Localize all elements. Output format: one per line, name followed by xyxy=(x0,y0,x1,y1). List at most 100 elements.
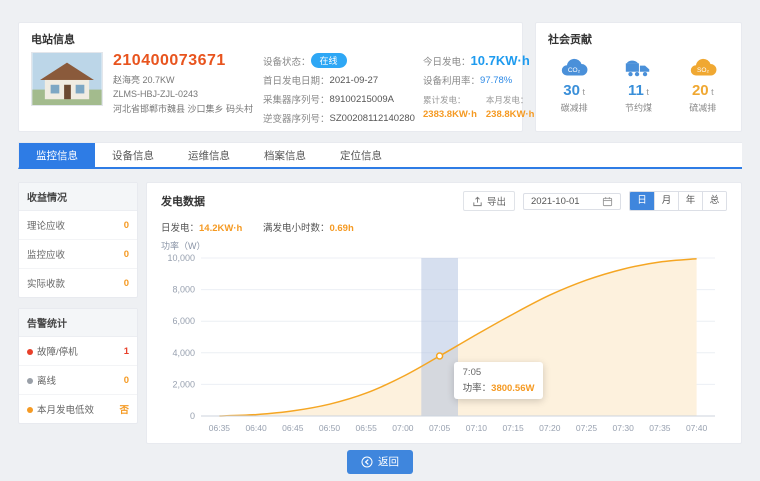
left-column: 收益情况 理论应收0监控应收0实际收款0 告警统计 故障/停机1离线0本月发电低… xyxy=(18,182,138,444)
export-icon xyxy=(472,196,483,207)
chart-panel: 发电数据 导出 2021-10-01 日月年总 日发电：14.2KW·h 满发电… xyxy=(146,182,742,444)
svg-text:07:15: 07:15 xyxy=(502,423,524,433)
today-generation-value: 10.7KW·h xyxy=(471,53,530,68)
svg-text:07:25: 07:25 xyxy=(576,423,598,433)
tooltip-power-row: 功率：3800.56W xyxy=(463,380,535,394)
svg-text:4,000: 4,000 xyxy=(172,348,195,358)
station-code: ZLMS-HBJ-ZJL-0243 xyxy=(113,89,253,99)
income-rows: 理论应收0监控应收0实际收款0 xyxy=(19,211,137,297)
social-value: 30 t xyxy=(542,82,606,99)
svg-text:6,000: 6,000 xyxy=(172,316,195,326)
svg-text:06:40: 06:40 xyxy=(245,423,267,433)
income-row-actual: 实际收款0 xyxy=(19,269,137,297)
chart-stats: 日发电：14.2KW·h 满发电小时数：0.69h xyxy=(147,211,741,234)
footer: 返回 xyxy=(18,450,742,474)
svg-text:CO₂: CO₂ xyxy=(568,67,581,74)
social-unit: t xyxy=(580,87,585,97)
back-label: 返回 xyxy=(378,454,399,469)
row-label: 本月发电低效 xyxy=(27,402,94,416)
generation-stat: 本月发电：238.8KW·h xyxy=(486,94,535,120)
row-value: 0 xyxy=(124,375,129,386)
svg-text:06:45: 06:45 xyxy=(282,423,304,433)
income-panel: 收益情况 理论应收0监控应收0实际收款0 xyxy=(18,182,138,298)
station-meta-row: 逆变器序列号：SZ00208112140280 xyxy=(263,111,413,125)
social-panel-title: 社会贡献 xyxy=(536,23,741,52)
tab-monitoring[interactable]: 监控信息 xyxy=(19,143,95,167)
social-items: CO₂ 30 t 碳减排 11 t 节约煤SO₂ 20 t 硫减排 xyxy=(536,52,741,114)
station-meta-row: 采集器序列号：89100215009A xyxy=(263,92,413,106)
station-address: 河北省邯郸市魏县 沙口集乡 码头村 xyxy=(113,102,253,115)
social-contribution-panel: 社会贡献 CO₂ 30 t 碳减排 11 t 节约煤SO₂ 20 t 硫减排 xyxy=(535,22,742,132)
row-label: 理论应收 xyxy=(27,218,65,232)
chart-y-axis-title: 功率（W） xyxy=(147,234,741,252)
meta-label: 逆变器序列号： xyxy=(263,111,330,125)
social-unit: t xyxy=(644,87,649,97)
svg-text:10,000: 10,000 xyxy=(167,253,195,263)
svg-text:07:35: 07:35 xyxy=(649,423,671,433)
chart-header: 发电数据 导出 2021-10-01 日月年总 xyxy=(147,183,741,211)
status-dot xyxy=(27,349,33,355)
page: 电站信息 210400073671 赵海亮 20.7KW xyxy=(0,0,760,481)
tab-device[interactable]: 设备信息 xyxy=(95,143,171,167)
station-photo xyxy=(31,52,103,130)
generation-stat: 累计发电：2383.8KW·h xyxy=(423,94,477,120)
full-hours-label: 满发电小时数： xyxy=(263,223,330,234)
date-picker[interactable]: 2021-10-01 xyxy=(523,193,621,210)
chart-title: 发电数据 xyxy=(161,193,205,209)
co2-icon: CO₂ xyxy=(542,55,606,81)
station-panel-title: 电站信息 xyxy=(19,23,522,52)
meta-label: 设备状态： xyxy=(263,54,311,68)
svg-text:8,000: 8,000 xyxy=(172,285,195,295)
online-status-badge: 在线 xyxy=(311,53,347,68)
station-body: 210400073671 赵海亮 20.7KW ZLMS-HBJ-ZJL-024… xyxy=(19,52,522,130)
chart-tooltip: 7:05 功率：3800.56W xyxy=(454,362,544,399)
back-button[interactable]: 返回 xyxy=(347,450,413,474)
coal-icon xyxy=(607,55,671,81)
row-value: 0 xyxy=(124,220,129,231)
station-info-panel: 电站信息 210400073671 赵海亮 20.7KW xyxy=(18,22,523,132)
alarm-row-offline: 离线0 xyxy=(19,366,137,395)
meta-value: 2021-09-27 xyxy=(330,75,379,86)
row-value: 否 xyxy=(119,402,129,416)
power-chart[interactable]: 02,0004,0006,0008,00010,00006:3506:4006:… xyxy=(161,252,727,443)
svg-text:07:05: 07:05 xyxy=(429,423,451,433)
export-label: 导出 xyxy=(487,194,506,208)
svg-text:2,000: 2,000 xyxy=(172,379,195,389)
meta-label: 首日发电日期： xyxy=(263,73,330,87)
range-tabs: 日月年总 xyxy=(629,191,727,211)
svg-text:07:30: 07:30 xyxy=(613,423,635,433)
utilization-label: 设备利用率： xyxy=(423,73,480,87)
date-value: 2021-10-01 xyxy=(531,196,580,207)
social-label: 碳减排 xyxy=(542,101,606,114)
station-meta-row: 设备状态：在线 xyxy=(263,53,413,68)
tab-location[interactable]: 定位信息 xyxy=(323,143,399,167)
range-year[interactable]: 年 xyxy=(678,192,702,210)
alarm-rows: 故障/停机1离线0 本月发电低效 否 xyxy=(19,337,137,423)
social-item: SO₂ 20 t 硫减排 xyxy=(671,55,735,114)
social-label: 节约煤 xyxy=(607,101,671,114)
tab-archive[interactable]: 档案信息 xyxy=(247,143,323,167)
export-button[interactable]: 导出 xyxy=(463,191,515,211)
social-value: 11 t xyxy=(607,82,671,99)
tabs-bar: 监控信息设备信息运维信息档案信息定位信息 xyxy=(18,142,742,169)
social-item: 11 t 节约煤 xyxy=(607,55,671,114)
range-day[interactable]: 日 xyxy=(630,192,654,210)
stat-value: 2383.8KW·h xyxy=(423,109,477,120)
full-hours-value: 0.69h xyxy=(329,223,353,234)
meta-value: 89100215009A xyxy=(330,94,394,105)
stat-label: 本月发电： xyxy=(486,94,535,106)
chart-svg[interactable]: 02,0004,0006,0008,00010,00006:3506:4006:… xyxy=(161,252,727,438)
alarm-row-low-efficiency: 本月发电低效 否 xyxy=(19,395,137,423)
today-generation-label: 今日发电： xyxy=(423,54,471,68)
station-meta-row: 首日发电日期：2021-09-27 xyxy=(263,73,413,87)
svg-text:06:50: 06:50 xyxy=(319,423,341,433)
range-total[interactable]: 总 xyxy=(702,192,726,210)
tab-operation[interactable]: 运维信息 xyxy=(171,143,247,167)
social-label: 硫减排 xyxy=(671,101,735,114)
svg-text:06:35: 06:35 xyxy=(209,423,231,433)
alarm-row-fault: 故障/停机1 xyxy=(19,337,137,366)
tooltip-power-value: 3800.56W xyxy=(491,383,534,394)
utilization-value: 97.78% xyxy=(480,75,512,86)
tooltip-power-label: 功率： xyxy=(463,383,492,394)
range-month[interactable]: 月 xyxy=(654,192,678,210)
